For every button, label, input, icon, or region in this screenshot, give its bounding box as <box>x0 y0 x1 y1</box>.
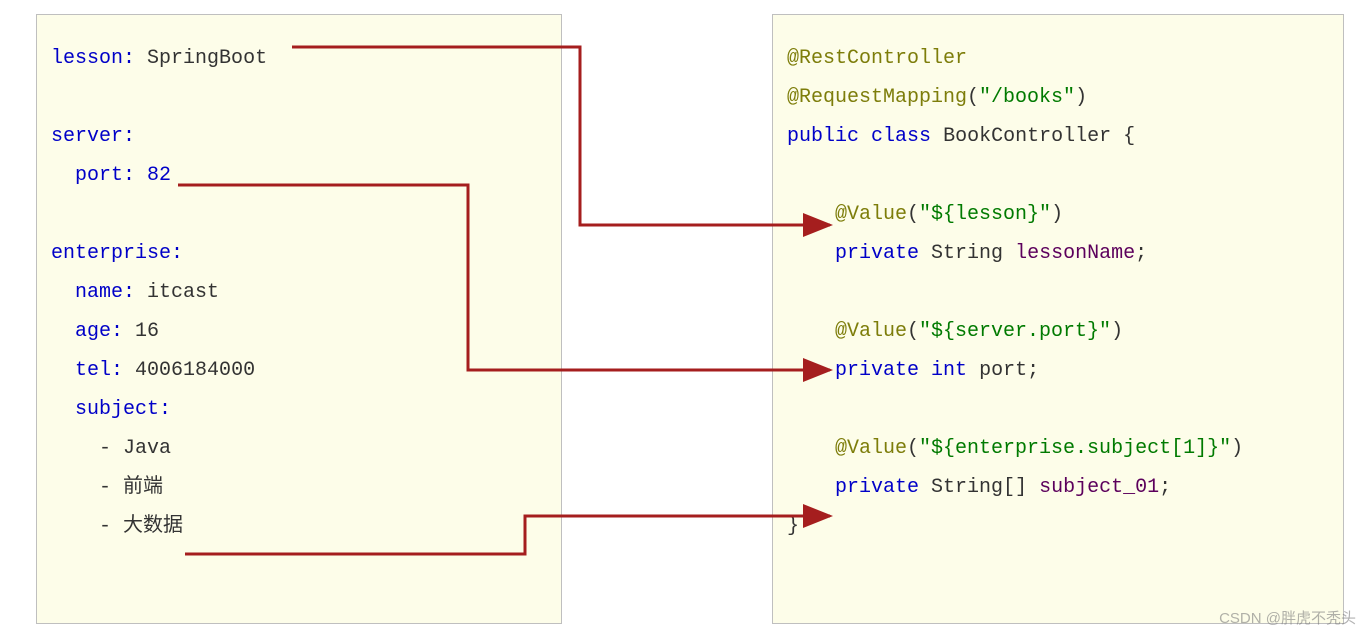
blank-line <box>787 273 1329 312</box>
type-int: int <box>931 359 967 382</box>
yaml-dash: - <box>99 476 123 499</box>
rparen: ) <box>1051 203 1063 226</box>
yaml-line-subj1: - Java <box>51 429 547 468</box>
blank-line <box>787 390 1329 429</box>
yaml-line-lesson: lesson: SpringBoot <box>51 39 547 78</box>
rparen: ) <box>1111 320 1123 343</box>
yaml-key-lesson: lesson <box>51 47 123 70</box>
yaml-val-port: 82 <box>147 164 171 187</box>
anno-value: @Value <box>835 203 907 226</box>
anno-value: @Value <box>835 320 907 343</box>
value2-arg: "${server.port}" <box>919 320 1111 343</box>
mapping-arg: "/books" <box>979 86 1075 109</box>
yaml-val-lesson: SpringBoot <box>147 47 267 70</box>
yaml-val-name: itcast <box>147 281 219 304</box>
yaml-key-enterprise: enterprise <box>51 242 171 265</box>
anno-restcontroller: @RestController <box>787 47 967 70</box>
lparen: ( <box>967 86 979 109</box>
yaml-line-enterprise: enterprise: <box>51 234 547 273</box>
yaml-colon: : <box>123 164 135 187</box>
value3-arg: "${enterprise.subject[1]}" <box>919 437 1231 460</box>
yaml-key-age: age <box>75 320 111 343</box>
rparen: ) <box>1075 86 1087 109</box>
kw-private: private <box>835 359 919 382</box>
yaml-colon: : <box>123 281 135 304</box>
blank-line <box>51 195 547 234</box>
yaml-colon: : <box>123 125 135 148</box>
java-line-value1: @Value("${lesson}") <box>787 195 1329 234</box>
semi: ; <box>1159 476 1171 499</box>
yaml-subj3: 大数据 <box>123 515 183 538</box>
yaml-val-tel: 4006184000 <box>135 359 255 382</box>
yaml-key-port: port <box>75 164 123 187</box>
type-string: String <box>931 242 1003 265</box>
class-name: BookController <box>943 125 1111 148</box>
java-line-rest: @RestController <box>787 39 1329 78</box>
kw-public: public <box>787 125 859 148</box>
brace-open: { <box>1123 125 1135 148</box>
yaml-config-panel: lesson: SpringBoot server: port: 82 ente… <box>36 14 562 624</box>
kw-private: private <box>835 242 919 265</box>
semi: ; <box>1027 359 1039 382</box>
kw-class: class <box>871 125 931 148</box>
yaml-key-name: name <box>75 281 123 304</box>
value1-arg: "${lesson}" <box>919 203 1051 226</box>
java-line-field2: private int port; <box>787 351 1329 390</box>
yaml-key-server: server <box>51 125 123 148</box>
semi: ; <box>1135 242 1147 265</box>
yaml-key-subject: subject <box>75 398 159 421</box>
watermark-text: CSDN @胖虎不秃头 <box>1219 607 1356 628</box>
yaml-colon: : <box>159 398 171 421</box>
lparen: ( <box>907 203 919 226</box>
yaml-colon: : <box>111 359 123 382</box>
yaml-line-tel: tel: 4006184000 <box>51 351 547 390</box>
blank-line <box>787 156 1329 195</box>
lparen: ( <box>907 320 919 343</box>
yaml-colon: : <box>171 242 183 265</box>
yaml-key-tel: tel <box>75 359 111 382</box>
yaml-line-subj3: - 大数据 <box>51 507 547 546</box>
yaml-subj2: 前端 <box>123 476 163 499</box>
java-line-classdecl: public class BookController { <box>787 117 1329 156</box>
lparen: ( <box>907 437 919 460</box>
yaml-subj1: Java <box>123 437 171 460</box>
yaml-val-age: 16 <box>135 320 159 343</box>
yaml-line-port: port: 82 <box>51 156 547 195</box>
java-line-field3: private String[] subject_01; <box>787 468 1329 507</box>
yaml-colon: : <box>123 47 135 70</box>
type-stringarr: String[] <box>931 476 1027 499</box>
anno-requestmapping: @RequestMapping <box>787 86 967 109</box>
field-lesson: lessonName <box>1015 242 1135 265</box>
java-line-field1: private String lessonName; <box>787 234 1329 273</box>
field-port: port <box>979 359 1027 382</box>
rparen: ) <box>1231 437 1243 460</box>
blank-line <box>51 78 547 117</box>
java-line-value2: @Value("${server.port}") <box>787 312 1329 351</box>
yaml-line-name: name: itcast <box>51 273 547 312</box>
yaml-colon: : <box>111 320 123 343</box>
brace-close: } <box>787 515 799 538</box>
yaml-line-server: server: <box>51 117 547 156</box>
java-line-mapping: @RequestMapping("/books") <box>787 78 1329 117</box>
yaml-line-subj2: - 前端 <box>51 468 547 507</box>
java-code-panel: @RestController @RequestMapping("/books"… <box>772 14 1344 624</box>
field-subject: subject_01 <box>1039 476 1159 499</box>
java-line-value3: @Value("${enterprise.subject[1]}") <box>787 429 1329 468</box>
yaml-dash: - <box>99 437 123 460</box>
yaml-line-age: age: 16 <box>51 312 547 351</box>
kw-private: private <box>835 476 919 499</box>
anno-value: @Value <box>835 437 907 460</box>
yaml-line-subject: subject: <box>51 390 547 429</box>
java-line-close: } <box>787 507 1329 546</box>
yaml-dash: - <box>99 515 123 538</box>
